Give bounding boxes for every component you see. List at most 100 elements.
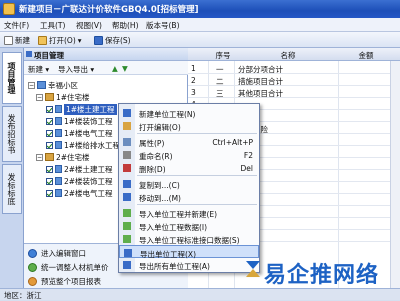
menu-item-label: 打开编辑(O): [139, 123, 181, 132]
menu-bar: 文件(F) 工具(T) 视图(V) 帮助(H) 版本号(B): [0, 18, 400, 32]
checkbox-icon[interactable]: [46, 105, 53, 113]
enter-edit-window-button[interactable]: 进入编辑窗口: [28, 247, 86, 259]
table-row[interactable]: 2 二措施项目合计: [188, 74, 400, 86]
open-button[interactable]: 打开(O) ▾: [38, 34, 82, 46]
collapse-icon[interactable]: −: [28, 81, 35, 89]
column-header[interactable]: 序号: [212, 50, 234, 61]
tree-item-unit[interactable]: 1#楼电气工程: [46, 127, 113, 139]
adjust-prices-button[interactable]: 统一调整人材机单价: [28, 261, 109, 273]
menu-view[interactable]: 视图(V): [76, 20, 102, 31]
vertical-scrollbar[interactable]: [390, 61, 400, 288]
row-number: 2: [191, 76, 196, 85]
chevron-down-icon[interactable]: ▾: [78, 36, 82, 45]
menu-item-icon: [123, 109, 131, 117]
menu-item-icon: [123, 138, 131, 146]
watermark: 易企推网络: [244, 255, 394, 288]
checkbox-icon[interactable]: [46, 141, 53, 149]
tab-project-management[interactable]: 项目管理: [2, 52, 22, 104]
new-button[interactable]: 新建: [4, 34, 30, 46]
tree-item-unit[interactable]: 1#楼给排水工程: [46, 139, 120, 151]
menu-separator: [137, 133, 257, 134]
panel-toolbar: 新建 ▾ 导入导出 ▾ ▲ ▼: [24, 61, 188, 75]
unit-project-icon: [55, 177, 62, 185]
menu-item-icon: [123, 209, 131, 217]
down-arrow-icon[interactable]: ▼: [122, 64, 128, 73]
tree-label: 2#住宅楼: [56, 152, 90, 162]
context-menu-item[interactable]: 删除(D) Del: [119, 161, 259, 174]
context-menu-item[interactable]: 打开编辑(O): [119, 119, 259, 132]
collapse-icon[interactable]: −: [36, 153, 43, 161]
new-dropdown[interactable]: 新建 ▾: [28, 64, 49, 75]
context-menu-item[interactable]: 导入单位工程标准接口数据(S): [119, 232, 259, 245]
menu-item-icon: [124, 249, 132, 257]
tab-publish-tender[interactable]: 发布招标书: [2, 106, 22, 162]
new-button-label: 新建: [15, 35, 30, 45]
save-button[interactable]: 保存(S): [94, 34, 131, 46]
checkbox-icon[interactable]: [46, 117, 53, 125]
collapse-icon[interactable]: −: [36, 93, 43, 101]
unit-project-icon: [55, 189, 62, 197]
tree-label: 2#楼土建工程: [64, 164, 113, 174]
watermark-text: 易企推网络: [264, 263, 380, 288]
menu-item-icon: [123, 122, 131, 130]
toolbar: 新建 打开(O) ▾ 保存(S): [0, 32, 400, 48]
context-menu-item[interactable]: 导出所有单位工程(A): [119, 258, 259, 271]
context-menu-item[interactable]: 导入单位工程并新建(E): [119, 206, 259, 219]
context-menu-item[interactable]: 移动到...(M): [119, 190, 259, 203]
context-menu-item[interactable]: 导出单位工程(X): [119, 245, 259, 259]
context-menu-item[interactable]: 重命名(R) F2: [119, 148, 259, 161]
checkbox-icon[interactable]: [46, 177, 53, 185]
tree-item-unit[interactable]: 2#楼电气工程: [46, 187, 113, 199]
tab-tender-base[interactable]: 发标标底: [2, 164, 22, 214]
tree-item-unit[interactable]: 1#楼土建工程: [46, 103, 117, 115]
row-number: 3: [191, 88, 196, 97]
context-menu-item[interactable]: 复制到...(C): [119, 177, 259, 190]
tree-item-project[interactable]: − 幸福小区: [28, 79, 78, 91]
menu-item-icon: [123, 261, 131, 269]
menu-version[interactable]: 版本号(B): [146, 20, 180, 31]
context-menu-item[interactable]: 导入单位工程数据(I): [119, 219, 259, 232]
title-bar: 新建项目－广联达计价软件GBQ4.0[招标管理]: [0, 0, 400, 18]
import-export-dropdown[interactable]: 导入导出 ▾: [58, 64, 94, 75]
tree-item-building-2[interactable]: − 2#住宅楼: [36, 151, 90, 163]
tree-label-selected: 1#楼土建工程: [64, 103, 117, 115]
menu-file[interactable]: 文件(F): [4, 20, 29, 31]
unit-project-icon: [55, 165, 62, 173]
table-row[interactable]: 1 一分部分项合计: [188, 62, 400, 74]
context-menu-item[interactable]: 属性(P) Ctrl+Alt+P: [119, 135, 259, 148]
menu-separator: [137, 175, 257, 176]
preview-icon: [28, 276, 37, 286]
menu-separator: [137, 204, 257, 205]
menu-item-shortcut: Del: [240, 164, 253, 173]
table-header: 序号 名称 金额: [188, 48, 400, 61]
preview-report-button[interactable]: 预览整个项目报表: [28, 275, 101, 287]
tree-item-unit[interactable]: 2#楼装饰工程: [46, 175, 113, 187]
menu-help[interactable]: 帮助(H): [112, 20, 139, 31]
row-number: 1: [191, 64, 196, 73]
tree-item-building-1[interactable]: − 1#住宅楼: [36, 91, 90, 103]
tree-label: 1#楼给排水工程: [64, 140, 121, 150]
tree-label: 幸福小区: [48, 80, 78, 90]
project-icon: [37, 81, 46, 89]
unit-project-icon: [55, 129, 62, 137]
tree-item-unit[interactable]: 2#楼土建工程: [46, 163, 113, 175]
checkbox-icon[interactable]: [46, 189, 53, 197]
unit-project-icon: [55, 117, 62, 125]
column-header[interactable]: 金额: [348, 50, 384, 61]
open-folder-icon: [38, 35, 47, 45]
tree-item-unit[interactable]: 1#楼装饰工程: [46, 115, 113, 127]
table-row[interactable]: 3 三其他项目合计: [188, 86, 400, 98]
menu-item-label: 导出所有单位工程(A): [139, 262, 210, 271]
up-arrow-icon[interactable]: ▲: [112, 64, 118, 73]
building-icon: [45, 153, 54, 161]
checkbox-icon[interactable]: [46, 165, 53, 173]
menu-item-icon: [123, 180, 131, 188]
menu-tools[interactable]: 工具(T): [40, 20, 65, 31]
checkbox-icon[interactable]: [46, 129, 53, 137]
open-button-label: 打开(O): [49, 35, 76, 45]
context-menu-item[interactable]: 新建单位工程(N): [119, 106, 259, 119]
column-header[interactable]: 名称: [258, 50, 318, 61]
context-menu: 新建单位工程(N) 打开编辑(O) 属性(P) Ctrl+Alt+P 重命名(R) F2 删…: [118, 103, 260, 273]
menu-item-icon: [123, 164, 131, 172]
new-file-icon: [4, 35, 13, 45]
